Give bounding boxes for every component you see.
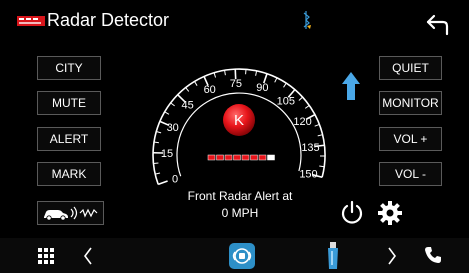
gauge-minor-tick [317,134,323,137]
alert-status: Front Radar Alert at 0 MPH [160,188,320,222]
band-label: K [234,112,244,129]
gauge-minor-tick [153,141,160,144]
gauge-minor-tick [213,72,217,78]
gauge-minor-tick [156,131,162,134]
signal-strength-bar [207,154,216,161]
car-radar-button[interactable] [37,201,104,225]
signal-strength-bar [233,154,241,161]
gauge-major-tick [159,120,170,127]
gauge-tick-label-135: 135 [301,142,319,154]
quiet-button[interactable]: QUIET [379,56,442,80]
gauge-minor-tick [255,70,258,76]
apps-grid-icon[interactable] [37,247,55,265]
gauge-tick-label-105: 105 [277,95,295,107]
power-icon[interactable] [339,200,365,226]
gauge-tick-label-75: 75 [230,78,242,90]
gauge-major-tick [312,173,323,179]
gauge-major-tick [305,113,316,121]
signal-strength-bar [258,154,267,161]
signal-strength-bar [216,154,224,161]
gauge-tick-label-90: 90 [256,82,268,94]
gauge-minor-tick [155,172,161,175]
gauge-minor-tick [319,165,325,168]
signal-strength-bar [250,154,258,161]
vol-down-button[interactable]: VOL - [379,162,442,186]
city-button[interactable]: CITY [37,56,101,80]
gauge-tick-label-30: 30 [167,122,179,134]
signal-strength-bar [241,154,250,161]
bottom-navigation-bar [0,238,469,273]
page-title: Radar Detector [47,10,170,30]
gauge-tick-label-0: 0 [172,173,178,185]
gauge-minor-tick [304,105,310,109]
gauge-minor-tick [170,102,175,107]
gauge-tick-label-120: 120 [293,116,311,128]
signal-strength-bar [267,154,275,161]
phone-icon[interactable] [424,246,442,264]
signal-strength-bar [224,154,233,161]
kenwood-logo [17,16,45,26]
gauge-minor-tick [224,70,226,76]
monitor-button[interactable]: MONITOR [379,91,442,115]
gear-icon[interactable] [377,200,403,226]
bluetooth-icon [303,11,311,29]
usb-drive-icon[interactable] [325,241,341,271]
gauge-major-tick [262,73,268,84]
gauge-minor-tick [185,87,190,92]
mark-button[interactable]: MARK [37,162,101,186]
gauge-major-tick [314,144,325,148]
gauge-minor-tick [274,77,278,83]
vol-up-button[interactable]: VOL + [379,127,442,151]
car-radar-icon [44,206,98,221]
alert-line-2: 0 MPH [221,206,259,220]
chevron-left-icon[interactable] [82,246,94,266]
chevron-right-icon[interactable] [386,246,398,266]
gauge-minor-tick [298,96,303,101]
k-band-indicator[interactable]: K [222,103,256,137]
gauge-tick-label-45: 45 [181,100,193,112]
gauge-major-tick [203,76,209,86]
alert-line-1: Front Radar Alert at [187,189,293,203]
gauge-minor-tick [194,81,198,86]
gauge-minor-tick [164,111,170,115]
gauge-major-tick [177,94,186,103]
gauge-major-tick [157,180,168,186]
gauge-minor-tick [314,123,320,127]
gauge-major-tick [287,89,296,98]
mute-button[interactable]: MUTE [37,91,101,115]
gauge-tick-label-150: 150 [299,169,317,181]
alert-button[interactable]: ALERT [37,127,101,151]
gauge-minor-tick [283,82,287,88]
gauge-tick-label-15: 15 [161,148,173,160]
radar-app-icon[interactable] [228,242,256,270]
gauge-tick-label-60: 60 [204,84,216,96]
radar-detector-screen: Radar Detector CITY MUTE ALERT MARK QUIE… [0,0,469,273]
back-arrow-icon[interactable] [425,12,451,36]
up-arrow-icon [342,72,360,100]
